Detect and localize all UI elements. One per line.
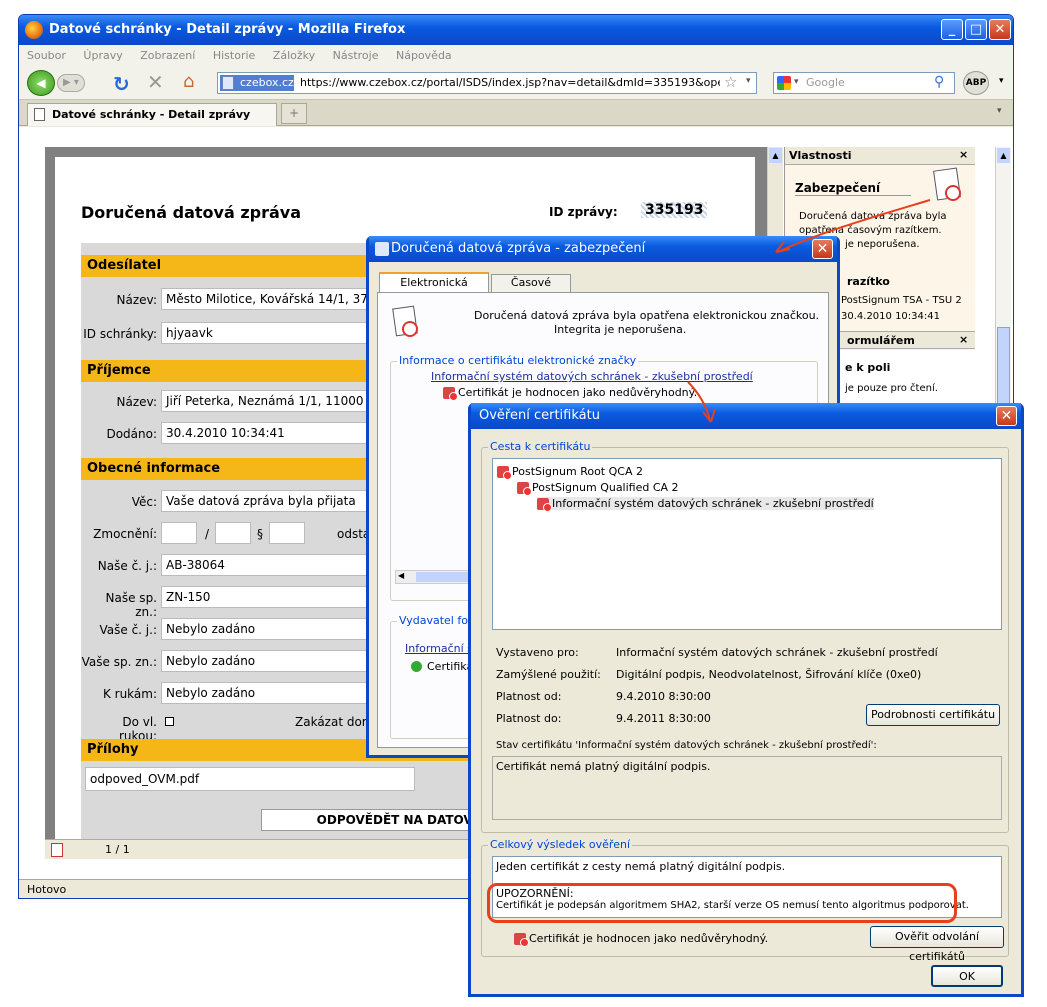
arrow-to-cert-dialog	[687, 381, 711, 421]
arrow-to-security-dialog	[777, 199, 931, 253]
annotation-arrows	[687, 199, 931, 423]
